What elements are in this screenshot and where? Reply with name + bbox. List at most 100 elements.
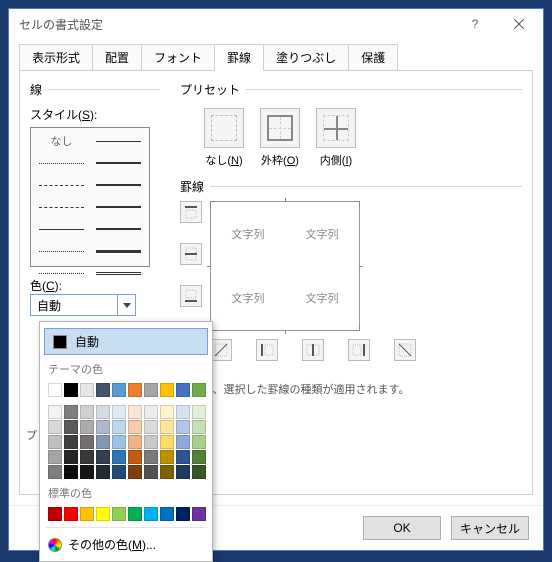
ok-button[interactable]: OK	[363, 516, 441, 540]
color-dropdown-button[interactable]	[117, 295, 135, 315]
color-combo[interactable]: 自動	[30, 294, 136, 316]
color-swatch[interactable]	[80, 507, 94, 521]
color-swatch[interactable]	[112, 507, 126, 521]
color-swatch[interactable]	[128, 383, 142, 397]
color-swatch[interactable]	[144, 435, 158, 449]
color-swatch[interactable]	[176, 465, 190, 479]
line-style-item[interactable]	[39, 200, 84, 214]
color-swatch[interactable]	[96, 507, 110, 521]
color-swatch[interactable]	[144, 405, 158, 419]
color-swatch[interactable]	[128, 420, 142, 434]
color-swatch[interactable]	[128, 405, 142, 419]
color-swatch[interactable]	[176, 405, 190, 419]
color-swatch[interactable]	[48, 450, 62, 464]
tab-border[interactable]: 罫線	[214, 44, 264, 71]
color-swatch[interactable]	[192, 507, 206, 521]
color-swatch[interactable]	[192, 420, 206, 434]
color-swatch[interactable]	[96, 465, 110, 479]
border-top-button[interactable]	[180, 201, 202, 223]
color-swatch[interactable]	[80, 420, 94, 434]
border-middle-v-button[interactable]	[302, 339, 324, 361]
color-swatch[interactable]	[80, 383, 94, 397]
color-swatch[interactable]	[128, 450, 142, 464]
border-diag-down-button[interactable]	[394, 339, 416, 361]
color-swatch[interactable]	[64, 450, 78, 464]
color-swatch[interactable]	[112, 450, 126, 464]
border-diag-up-button[interactable]	[210, 339, 232, 361]
line-style-item[interactable]	[96, 244, 141, 258]
color-swatch[interactable]	[192, 405, 206, 419]
color-swatch[interactable]	[112, 420, 126, 434]
color-swatch[interactable]	[144, 383, 158, 397]
color-auto-option[interactable]: 自動	[44, 328, 208, 355]
color-swatch[interactable]	[64, 383, 78, 397]
line-style-item[interactable]	[39, 156, 84, 170]
color-swatch[interactable]	[96, 405, 110, 419]
color-swatch[interactable]	[160, 405, 174, 419]
color-swatch[interactable]	[48, 405, 62, 419]
line-style-item[interactable]	[96, 266, 141, 280]
color-swatch[interactable]	[96, 420, 110, 434]
color-swatch[interactable]	[112, 465, 126, 479]
border-left-button[interactable]	[256, 339, 278, 361]
color-swatch[interactable]	[176, 420, 190, 434]
color-swatch[interactable]	[64, 435, 78, 449]
color-swatch[interactable]	[80, 435, 94, 449]
color-swatch[interactable]	[160, 435, 174, 449]
color-swatch[interactable]	[176, 435, 190, 449]
border-right-button[interactable]	[348, 339, 370, 361]
line-style-item[interactable]	[96, 134, 141, 148]
color-swatch[interactable]	[64, 405, 78, 419]
color-swatch[interactable]	[128, 465, 142, 479]
line-style-item[interactable]	[39, 178, 84, 192]
more-colors-button[interactable]: その他の色(M)...	[40, 530, 212, 559]
line-style-item[interactable]	[96, 178, 141, 192]
color-swatch[interactable]	[144, 420, 158, 434]
color-swatch[interactable]	[144, 465, 158, 479]
color-swatch[interactable]	[96, 383, 110, 397]
tab-protection[interactable]: 保護	[348, 44, 398, 71]
color-swatch[interactable]	[176, 383, 190, 397]
cancel-button[interactable]: キャンセル	[451, 516, 529, 540]
color-swatch[interactable]	[192, 435, 206, 449]
close-button[interactable]	[497, 10, 541, 38]
color-swatch[interactable]	[64, 507, 78, 521]
color-swatch[interactable]	[48, 435, 62, 449]
color-swatch[interactable]	[192, 465, 206, 479]
color-swatch[interactable]	[144, 507, 158, 521]
help-button[interactable]: ?	[453, 10, 497, 38]
color-swatch[interactable]	[80, 405, 94, 419]
color-swatch[interactable]	[160, 450, 174, 464]
color-swatch[interactable]	[80, 465, 94, 479]
color-swatch[interactable]	[48, 383, 62, 397]
color-swatch[interactable]	[176, 507, 190, 521]
preset-none-button[interactable]	[204, 108, 244, 148]
color-swatch[interactable]	[112, 405, 126, 419]
color-swatch[interactable]	[160, 383, 174, 397]
color-swatch[interactable]	[176, 450, 190, 464]
line-style-list[interactable]: なし	[30, 127, 150, 267]
line-style-none[interactable]: なし	[39, 134, 84, 148]
color-swatch[interactable]	[128, 435, 142, 449]
tab-fill[interactable]: 塗りつぶし	[263, 44, 349, 71]
color-swatch[interactable]	[144, 450, 158, 464]
line-style-item[interactable]	[96, 200, 141, 214]
tab-number-format[interactable]: 表示形式	[19, 44, 93, 71]
preset-outline-button[interactable]	[260, 108, 300, 148]
color-swatch[interactable]	[48, 507, 62, 521]
line-style-item[interactable]	[96, 156, 141, 170]
tab-font[interactable]: フォント	[141, 44, 215, 71]
line-style-item[interactable]	[39, 244, 84, 258]
color-swatch[interactable]	[160, 420, 174, 434]
line-style-item[interactable]	[39, 222, 84, 236]
border-middle-h-button[interactable]	[180, 243, 202, 265]
color-swatch[interactable]	[160, 465, 174, 479]
color-swatch[interactable]	[48, 420, 62, 434]
color-swatch[interactable]	[64, 465, 78, 479]
color-swatch[interactable]	[112, 435, 126, 449]
color-swatch[interactable]	[192, 383, 206, 397]
color-swatch[interactable]	[96, 435, 110, 449]
color-swatch[interactable]	[64, 420, 78, 434]
color-swatch[interactable]	[80, 450, 94, 464]
border-bottom-button[interactable]	[180, 285, 202, 307]
